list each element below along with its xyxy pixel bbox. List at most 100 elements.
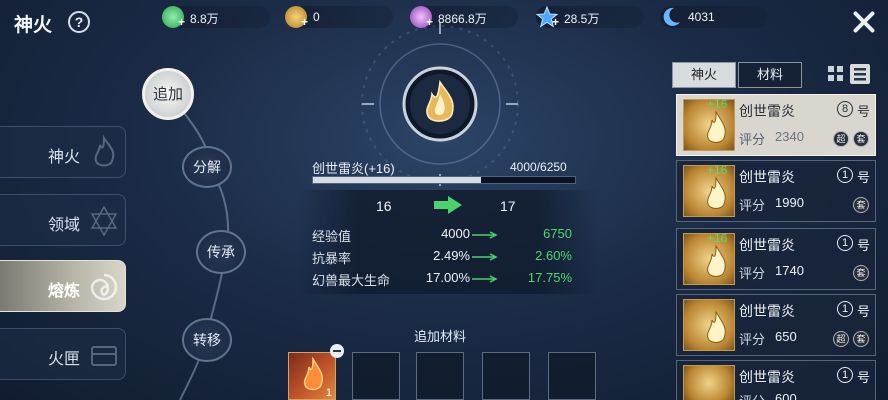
- swirl-icon: [90, 273, 118, 301]
- card-number: 1: [837, 367, 853, 383]
- material-slot[interactable]: [352, 352, 400, 400]
- stat-from: 2.49%: [433, 248, 470, 263]
- card-score-label: 评分: [739, 132, 766, 147]
- card-number: 1: [837, 235, 853, 251]
- resource-value: 8.8万: [190, 12, 219, 26]
- fire-material-icon: [303, 357, 324, 391]
- super-badge-icon: 超: [833, 131, 849, 147]
- grid-view-icon[interactable]: [828, 66, 844, 82]
- card-level: +16: [707, 231, 728, 245]
- process-node-zhuanyi[interactable]: 转移: [182, 318, 232, 362]
- sidebar-tab-ronglian[interactable]: 熔炼: [0, 260, 126, 312]
- sidebar-tab-shenhuo[interactable]: 神火: [0, 126, 126, 178]
- process-node-chuancheng[interactable]: 传承: [196, 230, 246, 274]
- card-score: 600: [775, 391, 797, 400]
- help-icon[interactable]: ?: [68, 11, 90, 33]
- material-slot[interactable]: 1: [288, 352, 336, 400]
- level-to: 17: [500, 198, 516, 214]
- item-thumbnail: [683, 365, 735, 400]
- stat-from: 4000: [441, 226, 470, 241]
- materials-title: 追加材料: [414, 329, 467, 344]
- material-slot[interactable]: [416, 352, 464, 400]
- card-level: +16: [707, 97, 728, 111]
- close-icon[interactable]: [850, 8, 878, 36]
- card-number-suffix: 号: [857, 170, 871, 185]
- card-number: 8: [837, 101, 853, 117]
- flame-emblem-icon: [94, 135, 115, 167]
- chest-icon: [91, 346, 117, 366]
- flame-icon: [707, 310, 726, 343]
- card-name: 创世雷炎: [739, 369, 795, 385]
- resource-value: 4031: [688, 10, 715, 24]
- shenhuo-card[interactable]: +16 创世雷炎 8 号 评分 2340 超 套: [676, 94, 876, 156]
- tab-shenhuo[interactable]: 神火: [672, 62, 736, 88]
- card-name: 创世雷炎: [739, 303, 795, 319]
- process-node-zhuijia[interactable]: 追加: [142, 68, 194, 120]
- exp-bar: [312, 176, 576, 184]
- resource-value: 0: [313, 10, 320, 24]
- set-badge-icon: 套: [853, 331, 869, 347]
- flame-icon: [707, 244, 726, 277]
- page-title: 神火: [14, 15, 53, 36]
- item-thumbnail: [683, 299, 735, 351]
- card-score-label: 评分: [739, 266, 766, 281]
- shenhuo-card[interactable]: +16 创世雷炎 1 号 评分 1740 套: [676, 228, 876, 290]
- exp-bar-fill: [313, 177, 481, 183]
- card-score: 1990: [775, 195, 804, 210]
- resource-star[interactable]: + 28.5万: [535, 5, 644, 29]
- material-count: 1: [325, 387, 332, 399]
- card-score: 1740: [775, 263, 804, 278]
- remove-material-icon[interactable]: [330, 344, 344, 358]
- card-name: 创世雷炎: [739, 169, 795, 185]
- sidebar-tab-label: 神火: [48, 149, 81, 166]
- card-level: +16: [707, 163, 728, 177]
- set-badge-icon: 套: [853, 131, 869, 147]
- sidebar-tab-label: 领域: [48, 217, 81, 234]
- stat-name: 经验值: [312, 229, 352, 244]
- list-view-icon[interactable]: [850, 64, 870, 84]
- flame-icon: [707, 176, 726, 209]
- flame-icon: [707, 110, 726, 143]
- process-node-fenjie[interactable]: 分解: [182, 146, 232, 188]
- stat-row-beast-hp: 幻兽最大生命 17.00% 17.75%: [312, 268, 582, 288]
- shenhuo-card[interactable]: 创世雷炎 1 号 评分 650 超 套: [676, 294, 876, 356]
- tab-cailiao[interactable]: 材料: [738, 62, 802, 88]
- card-number-suffix: 号: [857, 104, 871, 119]
- arrow-right-icon: [472, 231, 498, 239]
- card-number-suffix: 号: [857, 304, 871, 319]
- stat-to: 6750: [543, 226, 572, 241]
- card-score: 650: [775, 329, 797, 344]
- shenhuo-card[interactable]: +16 创世雷炎 1 号 评分 1990 套: [676, 160, 876, 222]
- resource-jade[interactable]: + 8.8万: [162, 6, 270, 29]
- stat-to: 2.60%: [535, 248, 572, 263]
- resource-value: 28.5万: [564, 12, 600, 26]
- stat-name: 抗暴率: [312, 251, 352, 266]
- sidebar-tab-huoxia[interactable]: 火匣: [0, 328, 126, 380]
- sidebar-tab-label: 熔炼: [48, 283, 81, 300]
- stat-name: 幻兽最大生命: [312, 273, 391, 288]
- stat-row-exp: 经验值 4000 6750: [312, 224, 582, 244]
- card-score: 2340: [775, 129, 804, 144]
- stat-row-crit-resist: 抗暴率 2.49% 2.60%: [312, 246, 582, 266]
- card-number: 1: [837, 167, 853, 183]
- card-number-suffix: 号: [857, 238, 871, 253]
- card-number: 1: [837, 301, 853, 317]
- arrow-right-icon: [472, 253, 498, 261]
- level-up-arrow-icon: [434, 196, 462, 214]
- crescent-moon-icon: [660, 6, 682, 28]
- stat-from: 17.00%: [425, 270, 470, 285]
- arrow-right-icon: [472, 275, 498, 283]
- super-badge-icon: 超: [833, 331, 849, 347]
- shenhuo-card[interactable]: 创世雷炎 1 号 评分 600: [676, 360, 876, 400]
- material-slot[interactable]: [548, 352, 596, 400]
- card-name: 创世雷炎: [739, 237, 795, 253]
- hexagram-icon: [90, 205, 118, 237]
- set-badge-icon: 套: [853, 265, 869, 281]
- material-slot[interactable]: [482, 352, 530, 400]
- resource-moon[interactable]: 4031: [660, 6, 768, 28]
- exp-text: 4000/6250: [510, 160, 567, 174]
- card-score-label: 评分: [739, 332, 766, 347]
- sidebar-tab-lingyu[interactable]: 领域: [0, 194, 126, 246]
- card-score-label: 评分: [739, 391, 765, 400]
- stat-to: 17.75%: [527, 270, 572, 285]
